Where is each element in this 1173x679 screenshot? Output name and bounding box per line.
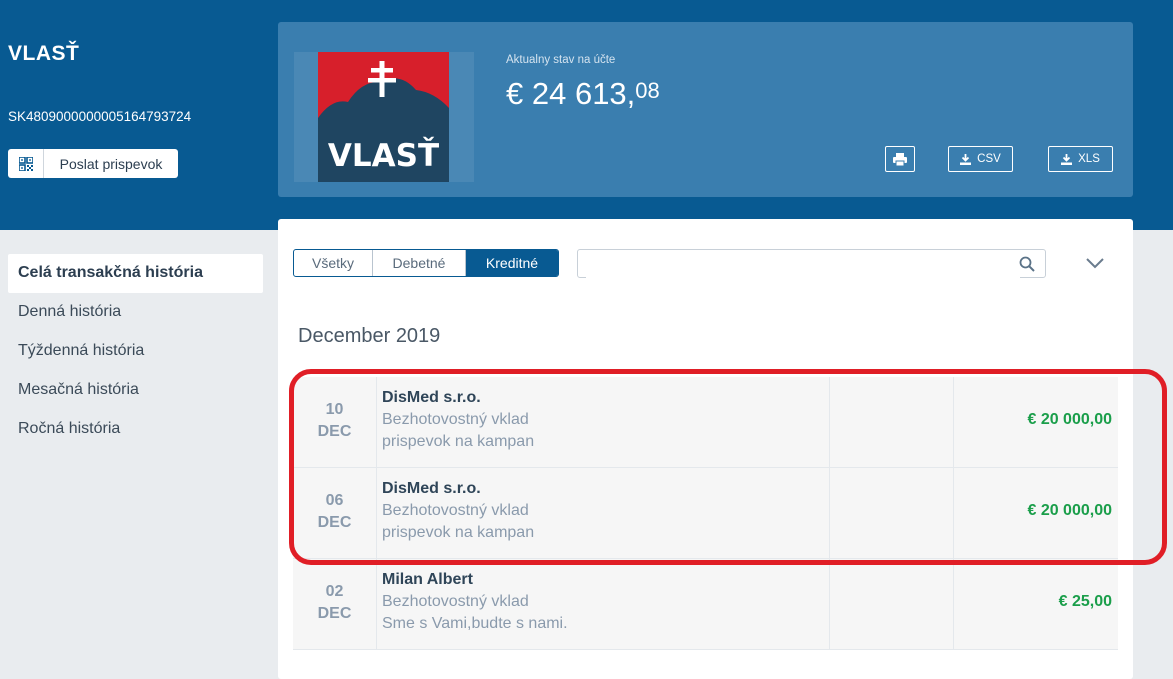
- month-heading: December 2019: [298, 325, 441, 347]
- export-csv-button[interactable]: CSV: [948, 146, 1013, 172]
- printer-icon: [893, 152, 907, 166]
- logo-frame: VLASŤ: [294, 52, 474, 182]
- sidebar-item-full-history[interactable]: Celá transakčná história: [8, 254, 263, 293]
- transaction-counterparty: DisMed s.r.o.: [382, 389, 481, 406]
- transaction-note: prispevok na kampan: [382, 433, 535, 450]
- transaction-month: DEC: [317, 605, 352, 622]
- search-input[interactable]: [586, 250, 1020, 278]
- transaction-day: 06: [325, 492, 344, 509]
- account-summary-card: VLASŤ Aktualny stav na účte € 24 613,08 …: [278, 22, 1133, 197]
- column-divider: [953, 468, 954, 558]
- export-xls-button[interactable]: XLS: [1048, 146, 1113, 172]
- column-divider: [829, 559, 830, 649]
- balance-cents: 08: [635, 78, 660, 103]
- search-box: [577, 249, 1046, 278]
- column-divider: [829, 468, 830, 558]
- sidebar-item-weekly-history[interactable]: Týždenná história: [8, 332, 263, 371]
- export-xls-label: XLS: [1078, 153, 1100, 165]
- transaction-type: Bezhotovostný vklad: [382, 502, 529, 519]
- transaction-amount: € 20 000,00: [1027, 411, 1112, 428]
- transaction-date: 10 DEC: [293, 377, 377, 467]
- balance-label: Aktualny stav na účte: [506, 54, 616, 66]
- transaction-month: DEC: [317, 514, 352, 531]
- download-icon: [1061, 153, 1073, 165]
- chevron-down-icon[interactable]: [1085, 257, 1105, 269]
- print-button[interactable]: [885, 146, 915, 172]
- transaction-counterparty: DisMed s.r.o.: [382, 480, 481, 497]
- transaction-row[interactable]: 10 DEC DisMed s.r.o. Bezhotovostný vklad…: [293, 377, 1118, 468]
- export-csv-label: CSV: [977, 153, 1001, 165]
- filter-tab-debit[interactable]: Debetné: [373, 250, 466, 276]
- transaction-type: Bezhotovostný vklad: [382, 593, 529, 610]
- transaction-counterparty: Milan Albert: [382, 571, 473, 588]
- transaction-amount: € 25,00: [1058, 593, 1112, 610]
- transaction-date: 06 DEC: [293, 468, 377, 558]
- transaction-note: prispevok na kampan: [382, 524, 535, 541]
- transactions-panel: Všetky Debetné Kreditné December 2019 10…: [278, 219, 1133, 679]
- sidebar-item-daily-history[interactable]: Denná história: [8, 293, 263, 332]
- sidebar-item-monthly-history[interactable]: Mesačná história: [8, 371, 263, 410]
- column-divider: [953, 559, 954, 649]
- party-logo: VLASŤ: [318, 52, 449, 182]
- account-name: VLASŤ: [8, 42, 80, 65]
- filter-tab-credit[interactable]: Kreditné: [466, 250, 558, 276]
- transaction-amount: € 20 000,00: [1027, 502, 1112, 519]
- transaction-date: 02 DEC: [293, 559, 377, 649]
- transaction-row[interactable]: 06 DEC DisMed s.r.o. Bezhotovostný vklad…: [293, 468, 1118, 559]
- qr-code-icon: [8, 149, 44, 178]
- transaction-month: DEC: [317, 423, 352, 440]
- filter-tab-all[interactable]: Všetky: [294, 250, 373, 276]
- column-divider: [829, 377, 830, 467]
- send-contribution-label: Poslat prispevok: [59, 155, 163, 172]
- transaction-type-filter: Všetky Debetné Kreditné: [293, 249, 559, 277]
- download-icon: [960, 153, 972, 165]
- transaction-row[interactable]: 02 DEC Milan Albert Bezhotovostný vklad …: [293, 559, 1118, 650]
- column-divider: [953, 377, 954, 467]
- balance-amount: € 24 613,08: [506, 76, 660, 112]
- balance-main: € 24 613,: [506, 76, 636, 111]
- logo-text: VLASŤ: [328, 138, 439, 174]
- account-iban: SK4809000000005164793724: [8, 109, 192, 124]
- transaction-day: 02: [325, 583, 344, 600]
- search-icon[interactable]: [1019, 256, 1035, 272]
- send-contribution-button[interactable]: Poslat prispevok: [8, 149, 178, 178]
- sidebar-item-yearly-history[interactable]: Ročná história: [8, 410, 263, 449]
- transaction-type: Bezhotovostný vklad: [382, 411, 529, 428]
- history-sidebar: Celá transakčná história Denná história …: [8, 254, 263, 449]
- transaction-day: 10: [325, 401, 344, 418]
- transaction-note: Sme s Vami,budte s nami.: [382, 615, 568, 632]
